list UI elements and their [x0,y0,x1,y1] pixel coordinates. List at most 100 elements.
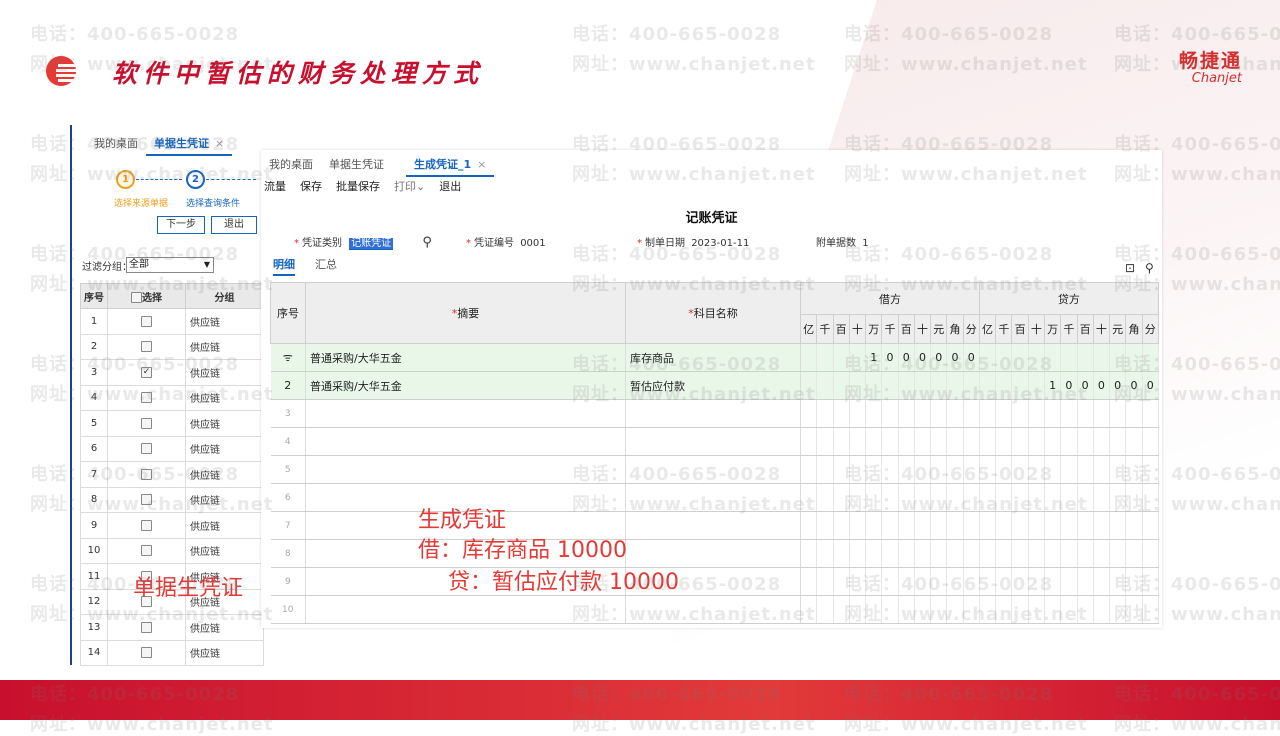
row-select-cell[interactable] [107,537,186,564]
row-checkbox[interactable] [141,443,152,454]
credit-digit-cell[interactable] [1044,595,1062,624]
credit-digit-cell[interactable] [1028,455,1045,484]
credit-digit-cell[interactable] [1011,483,1029,512]
debit-digit-cell[interactable] [833,399,850,428]
debit-digit-cell[interactable] [849,567,867,596]
credit-digit-cell[interactable] [1093,567,1111,596]
account-cell[interactable] [625,455,801,484]
debit-digit-cell[interactable] [898,399,915,428]
table-row[interactable]: 5 供应链 [80,410,264,437]
credit-digit-cell[interactable] [1060,399,1078,428]
credit-digit-cell[interactable] [1109,511,1127,540]
tab-generate-voucher[interactable]: 生成凭证_1 × [406,153,495,177]
summary-cell[interactable]: 普通采购/大华五金 [305,371,626,400]
credit-digit-cell[interactable] [1060,427,1078,456]
debit-digit-cell[interactable] [898,511,915,540]
credit-digit-cell[interactable] [995,343,1013,372]
credit-digit-cell[interactable] [979,595,997,624]
debit-digit-cell[interactable] [865,511,883,540]
debit-digit-cell[interactable] [865,567,883,596]
credit-digit-cell[interactable]: 1 [1044,371,1062,400]
credit-digit-cell[interactable] [1125,455,1143,484]
table-row[interactable]: 3 ✓ 供应链 [80,359,264,386]
debit-digit-cell[interactable] [816,595,834,624]
debit-digit-cell[interactable] [816,539,834,568]
row-checkbox[interactable] [141,545,152,556]
debit-digit-cell[interactable] [849,483,867,512]
credit-digit-cell[interactable] [1125,567,1143,596]
table-row[interactable]: 8 供应链 [80,486,264,513]
credit-digit-cell[interactable] [1028,427,1045,456]
row-select-cell[interactable] [107,308,186,335]
debit-digit-cell[interactable] [930,511,948,540]
credit-digit-cell[interactable] [995,567,1013,596]
debit-digit-cell[interactable] [865,595,883,624]
credit-digit-cell[interactable] [995,455,1013,484]
credit-digit-cell[interactable] [1109,343,1127,372]
debit-digit-cell[interactable] [849,595,867,624]
credit-digit-cell[interactable] [1142,511,1159,540]
credit-digit-cell[interactable] [1093,539,1111,568]
row-checkbox[interactable] [141,519,152,531]
credit-digit-cell[interactable] [979,371,997,400]
debit-digit-cell[interactable] [816,343,834,372]
row-checkbox[interactable] [141,621,152,633]
debit-digit-cell[interactable] [898,567,915,596]
debit-digit-cell[interactable] [930,399,948,428]
credit-digit-cell[interactable] [979,511,997,540]
table-row[interactable]: 6 供应链 [80,435,264,462]
row-select-cell[interactable] [107,435,186,462]
credit-digit-cell[interactable] [1109,567,1127,596]
debit-digit-cell[interactable] [849,511,867,540]
debit-digit-cell[interactable] [930,371,948,400]
debit-digit-cell[interactable] [816,567,834,596]
credit-digit-cell[interactable] [1011,371,1029,400]
credit-digit-cell[interactable] [1109,539,1127,568]
row-checkbox[interactable] [141,341,152,352]
summary-cell[interactable] [305,399,626,428]
debit-digit-cell[interactable] [800,427,818,456]
next-step-button[interactable]: 下一步 [157,216,205,234]
credit-digit-cell[interactable] [1044,455,1062,484]
row-select-cell[interactable] [107,333,186,360]
table-row[interactable]: 8 [270,539,1159,568]
row-select-cell[interactable] [107,486,186,513]
credit-digit-cell[interactable] [995,399,1013,428]
account-cell[interactable]: 暂估应付款 [625,371,801,400]
debit-digit-cell[interactable] [930,595,948,624]
credit-digit-cell[interactable] [1011,343,1029,372]
credit-digit-cell[interactable] [995,539,1013,568]
debit-digit-cell[interactable] [881,455,899,484]
row-select-cell[interactable] [107,614,186,641]
select-all-checkbox[interactable] [131,292,142,303]
row-checkbox[interactable] [141,392,152,403]
filter-group-select[interactable]: 全部 ▼ [126,257,214,273]
credit-digit-cell[interactable] [1093,511,1111,540]
debit-digit-cell[interactable] [849,371,867,400]
credit-digit-cell[interactable]: 0 [1060,371,1078,400]
summary-cell[interactable] [305,427,626,456]
debit-digit-cell[interactable] [914,399,932,428]
debit-digit-cell[interactable] [881,595,899,624]
debit-digit-cell[interactable] [898,455,915,484]
table-row[interactable]: 5 [270,455,1159,484]
debit-digit-cell[interactable] [881,539,899,568]
credit-digit-cell[interactable] [995,483,1013,512]
debit-digit-cell[interactable] [849,427,867,456]
credit-digit-cell[interactable] [1093,399,1111,428]
account-cell[interactable] [625,427,801,456]
debit-digit-cell[interactable] [800,343,818,372]
row-checkbox[interactable] [141,468,152,480]
debit-digit-cell[interactable] [963,567,980,596]
search-icon[interactable]: ⚲ [422,235,432,250]
credit-digit-cell[interactable] [1125,427,1143,456]
debit-digit-cell[interactable] [849,455,867,484]
account-cell[interactable]: 库存商品 [625,343,801,372]
credit-digit-cell[interactable] [1028,343,1045,372]
voucher-type-input[interactable]: 记账凭证 [349,238,394,250]
debit-digit-cell[interactable] [881,371,899,400]
debit-digit-cell[interactable]: 0 [914,343,932,372]
debit-digit-cell[interactable] [800,399,818,428]
credit-digit-cell[interactable] [1060,343,1078,372]
debit-digit-cell[interactable] [914,427,932,456]
